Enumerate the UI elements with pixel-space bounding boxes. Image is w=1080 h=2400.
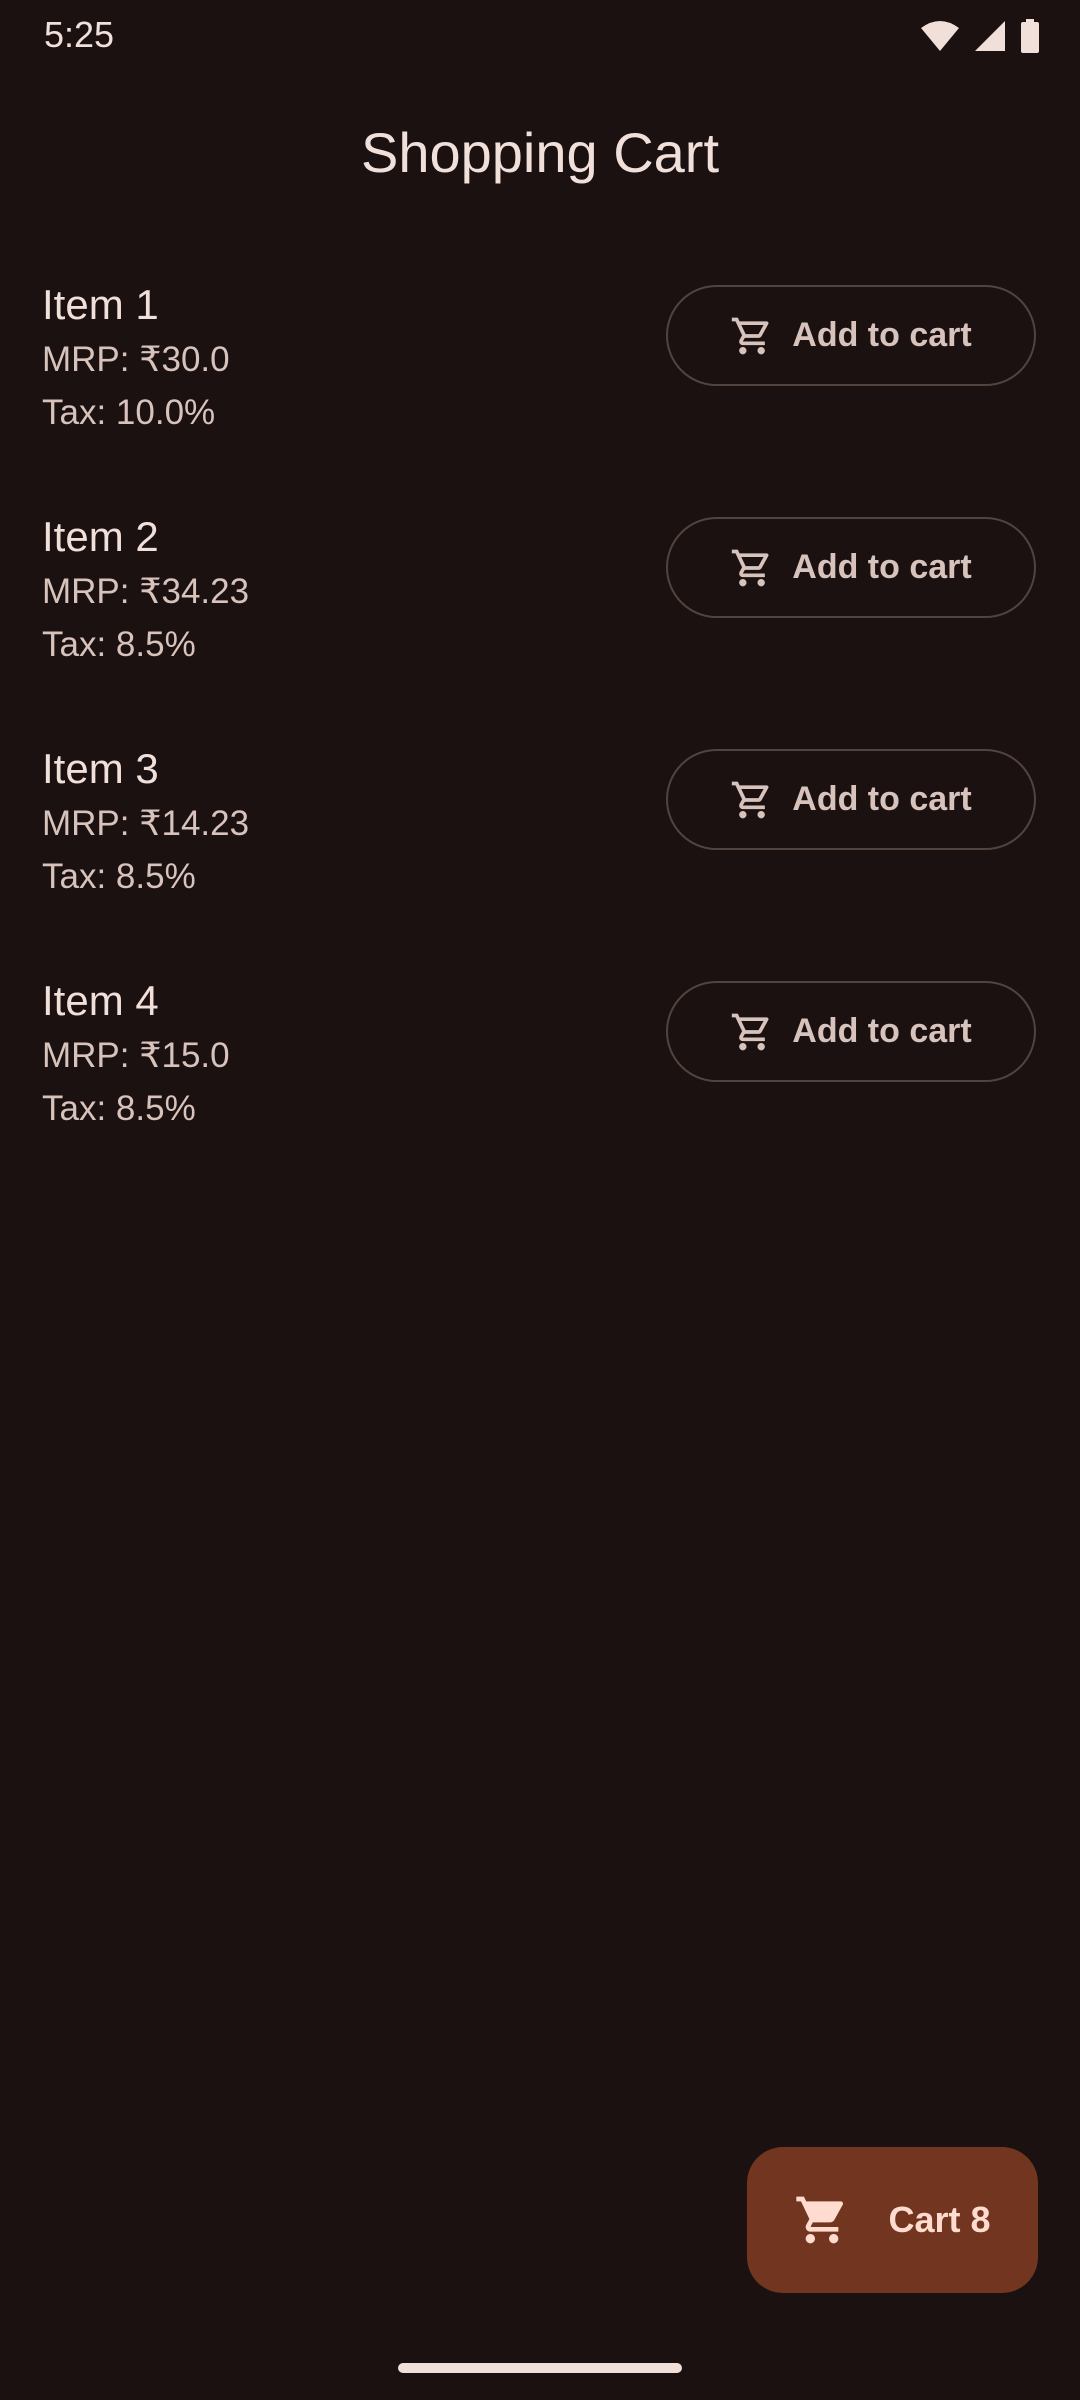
cart-icon <box>730 1010 774 1054</box>
add-to-cart-button[interactable]: Add to cart <box>666 749 1036 850</box>
item-mrp: MRP: ₹14.23 <box>42 804 250 843</box>
status-bar: 5:25 <box>0 0 1080 72</box>
item-name: Item 3 <box>42 745 159 792</box>
screen: 5:25 Shopping Cart Item 1 MRP: ₹30.0 Tax… <box>0 0 1080 2400</box>
item-info: Item 4 MRP: ₹15.0 Tax: 8.5% <box>42 976 230 1135</box>
item-tax: Tax: 8.5% <box>42 1089 196 1128</box>
list-item: Item 4 MRP: ₹15.0 Tax: 8.5% Add to cart <box>0 966 1080 1198</box>
item-info: Item 3 MRP: ₹14.23 Tax: 8.5% <box>42 744 249 903</box>
item-name: Item 1 <box>42 281 159 328</box>
add-to-cart-label: Add to cart <box>792 548 972 586</box>
item-info: Item 2 MRP: ₹34.23 Tax: 8.5% <box>42 512 249 671</box>
add-to-cart-button[interactable]: Add to cart <box>666 981 1036 1082</box>
cart-icon <box>730 314 774 358</box>
item-tax: Tax: 8.5% <box>42 625 196 664</box>
item-tax: Tax: 10.0% <box>42 393 216 432</box>
cart-fab-button[interactable]: Cart 8 <box>747 2147 1038 2293</box>
add-to-cart-button[interactable]: Add to cart <box>666 285 1036 386</box>
item-info: Item 1 MRP: ₹30.0 Tax: 10.0% <box>42 280 230 439</box>
item-mrp: MRP: ₹34.23 <box>42 572 250 611</box>
add-to-cart-button[interactable]: Add to cart <box>666 517 1036 618</box>
wifi-icon <box>920 20 960 52</box>
navigation-handle[interactable] <box>398 2363 682 2373</box>
list-item: Item 3 MRP: ₹14.23 Tax: 8.5% Add to cart <box>0 734 1080 966</box>
cart-icon <box>730 546 774 590</box>
list-item: Item 2 MRP: ₹34.23 Tax: 8.5% Add to cart <box>0 502 1080 734</box>
battery-icon <box>1020 19 1040 53</box>
status-icons <box>920 18 1040 54</box>
cart-icon <box>730 778 774 822</box>
item-list: Item 1 MRP: ₹30.0 Tax: 10.0% Add to cart… <box>0 270 1080 1198</box>
item-name: Item 4 <box>42 977 159 1024</box>
item-name: Item 2 <box>42 513 159 560</box>
item-mrp: MRP: ₹15.0 <box>42 1036 230 1075</box>
cart-fab-label: Cart 8 <box>888 2199 991 2240</box>
status-time: 5:25 <box>44 14 115 55</box>
page-title: Shopping Cart <box>360 121 719 184</box>
add-to-cart-label: Add to cart <box>792 780 972 818</box>
cart-icon <box>794 2192 850 2248</box>
list-item: Item 1 MRP: ₹30.0 Tax: 10.0% Add to cart <box>0 270 1080 502</box>
add-to-cart-label: Add to cart <box>792 316 972 354</box>
signal-icon <box>974 20 1006 52</box>
item-tax: Tax: 8.5% <box>42 857 196 896</box>
add-to-cart-label: Add to cart <box>792 1012 972 1050</box>
item-mrp: MRP: ₹30.0 <box>42 340 230 379</box>
